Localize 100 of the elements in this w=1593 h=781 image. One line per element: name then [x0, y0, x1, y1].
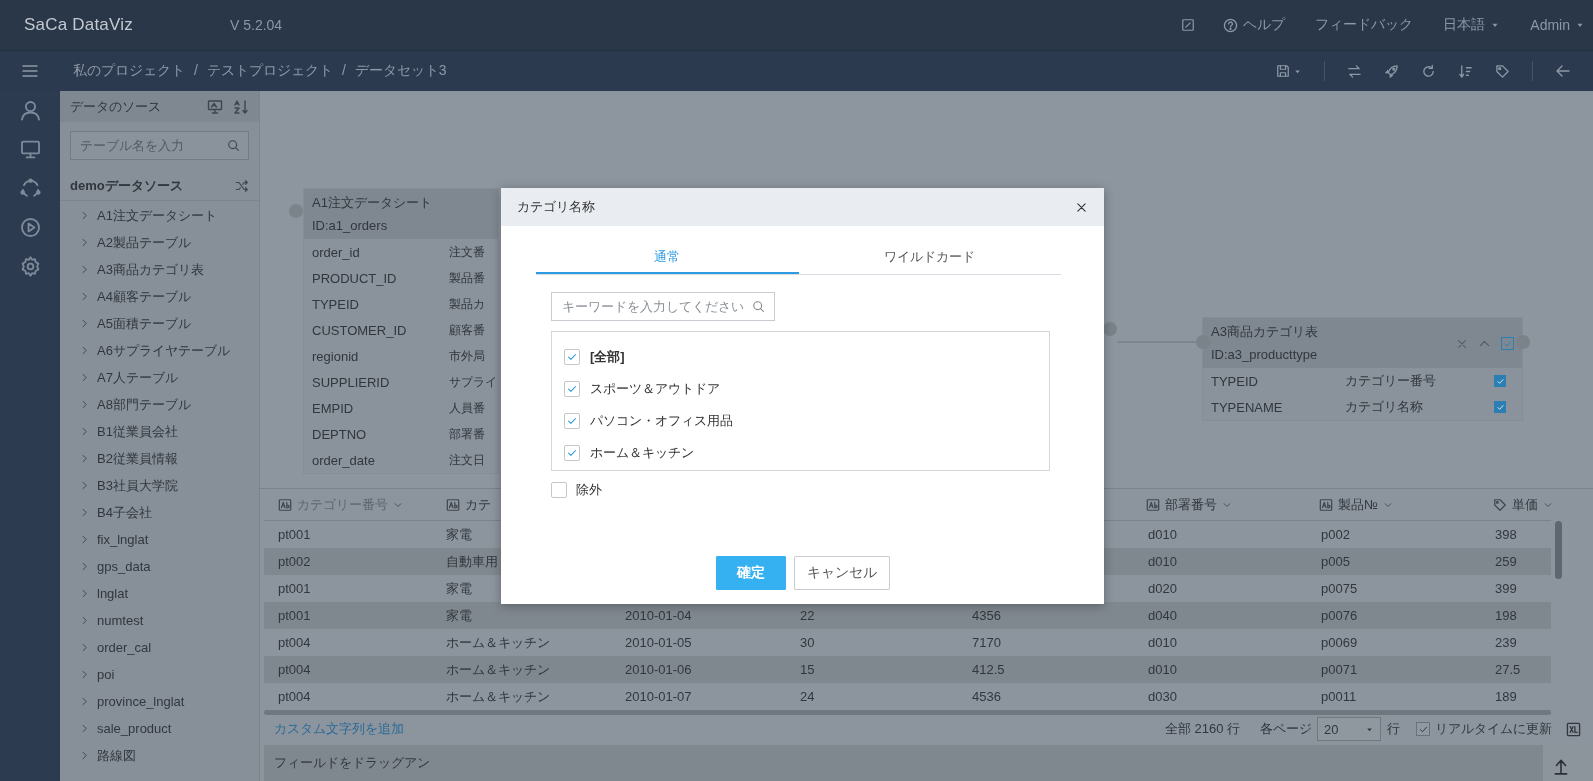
checkbox[interactable] [564, 349, 580, 365]
table-list-item[interactable]: A8部門テーブル [60, 391, 259, 418]
sort-icon[interactable] [1458, 63, 1473, 79]
table-list-item[interactable]: sale_product [60, 715, 259, 742]
table-cell-text: d010 [1147, 527, 1178, 542]
table-list-item[interactable]: A4顧客テーブル [60, 283, 259, 310]
table-cell-text: pt004 [277, 662, 312, 677]
vertical-scrollbar[interactable] [1554, 521, 1562, 579]
table-list-item[interactable]: province_lnglat [60, 688, 259, 715]
column-header[interactable]: 単価 [1481, 495, 1553, 514]
save-menu-button[interactable] [1276, 64, 1302, 78]
check-icon [566, 415, 578, 427]
chevron-right-icon [79, 642, 90, 653]
cycle-icon[interactable] [19, 178, 41, 199]
checkbox[interactable] [1494, 401, 1506, 413]
table-cell-text: 家電 [445, 525, 473, 544]
checkbox[interactable] [551, 482, 567, 498]
page-size-select[interactable]: 20 [1317, 717, 1381, 741]
help-link[interactable]: ヘルプ [1223, 16, 1286, 34]
back-arrow-icon[interactable] [1555, 63, 1571, 79]
shuffle-icon[interactable] [235, 179, 249, 193]
tab[interactable]: ワイルドカード [798, 240, 1061, 274]
table-cell-text: p0011 [1320, 689, 1358, 704]
upload-icon[interactable] [1552, 757, 1570, 775]
field-label: 市外局 [449, 347, 486, 365]
connector-dot[interactable] [1103, 322, 1117, 336]
table-list-item[interactable]: A7人テーブル [60, 364, 259, 391]
table-list-item[interactable]: B2従業員情報 [60, 445, 259, 472]
table-list-item[interactable]: A2製品テーブル [60, 229, 259, 256]
option-label: [全部] [590, 348, 625, 366]
column-header[interactable]: カテ [434, 495, 491, 514]
swap-icon[interactable] [1347, 63, 1362, 79]
rocket-icon[interactable] [1384, 63, 1399, 79]
table-list-item[interactable]: A1注文データシート [60, 202, 259, 229]
chevron-right-icon [79, 453, 90, 464]
table-cell-text: 4536 [971, 689, 1002, 704]
table-cell-text: p0069 [1320, 635, 1359, 650]
menu-icon[interactable] [20, 63, 40, 79]
field-label: 部署番 [449, 425, 486, 443]
dropdown-menu[interactable]: Admin [1530, 17, 1585, 33]
table-cell-text: pt004 [277, 635, 312, 650]
column-header[interactable]: 製品№ [1307, 495, 1393, 514]
table-list-item[interactable]: order_cal [60, 634, 259, 661]
table-list-item[interactable]: A3商品カテゴリ表 [60, 256, 259, 283]
table-list-item[interactable]: A5面積テーブル [60, 310, 259, 337]
checkbox[interactable] [1501, 337, 1514, 350]
table-list-item[interactable]: B4子会社 [60, 499, 259, 526]
field-name: TYPEID [1211, 373, 1259, 389]
presentation-icon[interactable] [207, 98, 223, 115]
excel-icon[interactable] [1566, 721, 1581, 737]
checkbox[interactable] [564, 413, 580, 429]
card-title: A3商品カテゴリ表 [1211, 323, 1319, 341]
checkbox[interactable] [564, 381, 580, 397]
table-list-item[interactable]: B1従業員会社 [60, 418, 259, 445]
table-list-item[interactable]: numtest [60, 607, 259, 634]
chevron-right-icon [79, 723, 90, 734]
table-list-item[interactable]: A6サプライヤテーブル [60, 337, 259, 364]
header-link[interactable]: フィードバック [1315, 16, 1414, 34]
table-list-item[interactable]: gps_data [60, 553, 259, 580]
tag-icon[interactable] [1495, 63, 1510, 79]
breadcrumb-link[interactable]: 私のプロジェクト [73, 62, 185, 80]
search-field[interactable]: キーワードを入力してください [551, 292, 775, 321]
panel-title: データのソース [70, 97, 162, 116]
settings-icon[interactable] [19, 256, 41, 277]
table-list-item[interactable]: lnglat [60, 580, 259, 607]
horizontal-scrollbar[interactable] [264, 710, 1551, 715]
checkbox[interactable] [1416, 722, 1430, 736]
close-icon[interactable] [1075, 200, 1088, 214]
option-label: ホーム＆キッチン [590, 444, 694, 462]
table-cell-text: p0076 [1320, 608, 1359, 623]
table-list-item[interactable]: B3社員大学院 [60, 472, 259, 499]
cancel-button[interactable]: キャンセル [793, 556, 890, 590]
chevron-right-icon [79, 750, 90, 761]
table-cell-text: d030 [1147, 689, 1178, 704]
checkbox[interactable] [564, 445, 580, 461]
table-cell-text: 24 [799, 689, 816, 704]
table-cell-text: d010 [1147, 635, 1178, 650]
user-icon[interactable] [19, 100, 41, 121]
table-list-item[interactable]: poi [60, 661, 259, 688]
dropdown-menu[interactable]: 日本語 [1443, 16, 1501, 34]
check-icon [566, 351, 578, 363]
confirm-button[interactable]: 確定 [715, 556, 786, 590]
play-icon[interactable] [19, 217, 41, 238]
check-icon [1495, 376, 1505, 386]
table-cell-text: 30 [799, 635, 816, 650]
refresh-icon[interactable] [1421, 63, 1436, 79]
table-cell-text: 2010-01-04 [624, 608, 693, 623]
field-name: order_date [312, 452, 376, 468]
breadcrumb-link[interactable]: データセット3 [354, 62, 447, 80]
column-header[interactable]: 部署番号 [1134, 495, 1232, 514]
search-icon [227, 139, 240, 152]
table-list-item[interactable]: fix_lnglat [60, 526, 259, 553]
checkbox[interactable] [1494, 375, 1506, 387]
sort-icon[interactable] [233, 98, 249, 115]
table-cell-text: 22 [799, 608, 816, 623]
breadcrumb-link[interactable]: テストプロジェクト [206, 62, 333, 80]
table-list-item[interactable]: 路線図 [60, 742, 259, 769]
check-icon [1502, 338, 1513, 349]
tab[interactable]: 通常 [536, 240, 799, 274]
monitor-icon[interactable] [19, 139, 41, 160]
